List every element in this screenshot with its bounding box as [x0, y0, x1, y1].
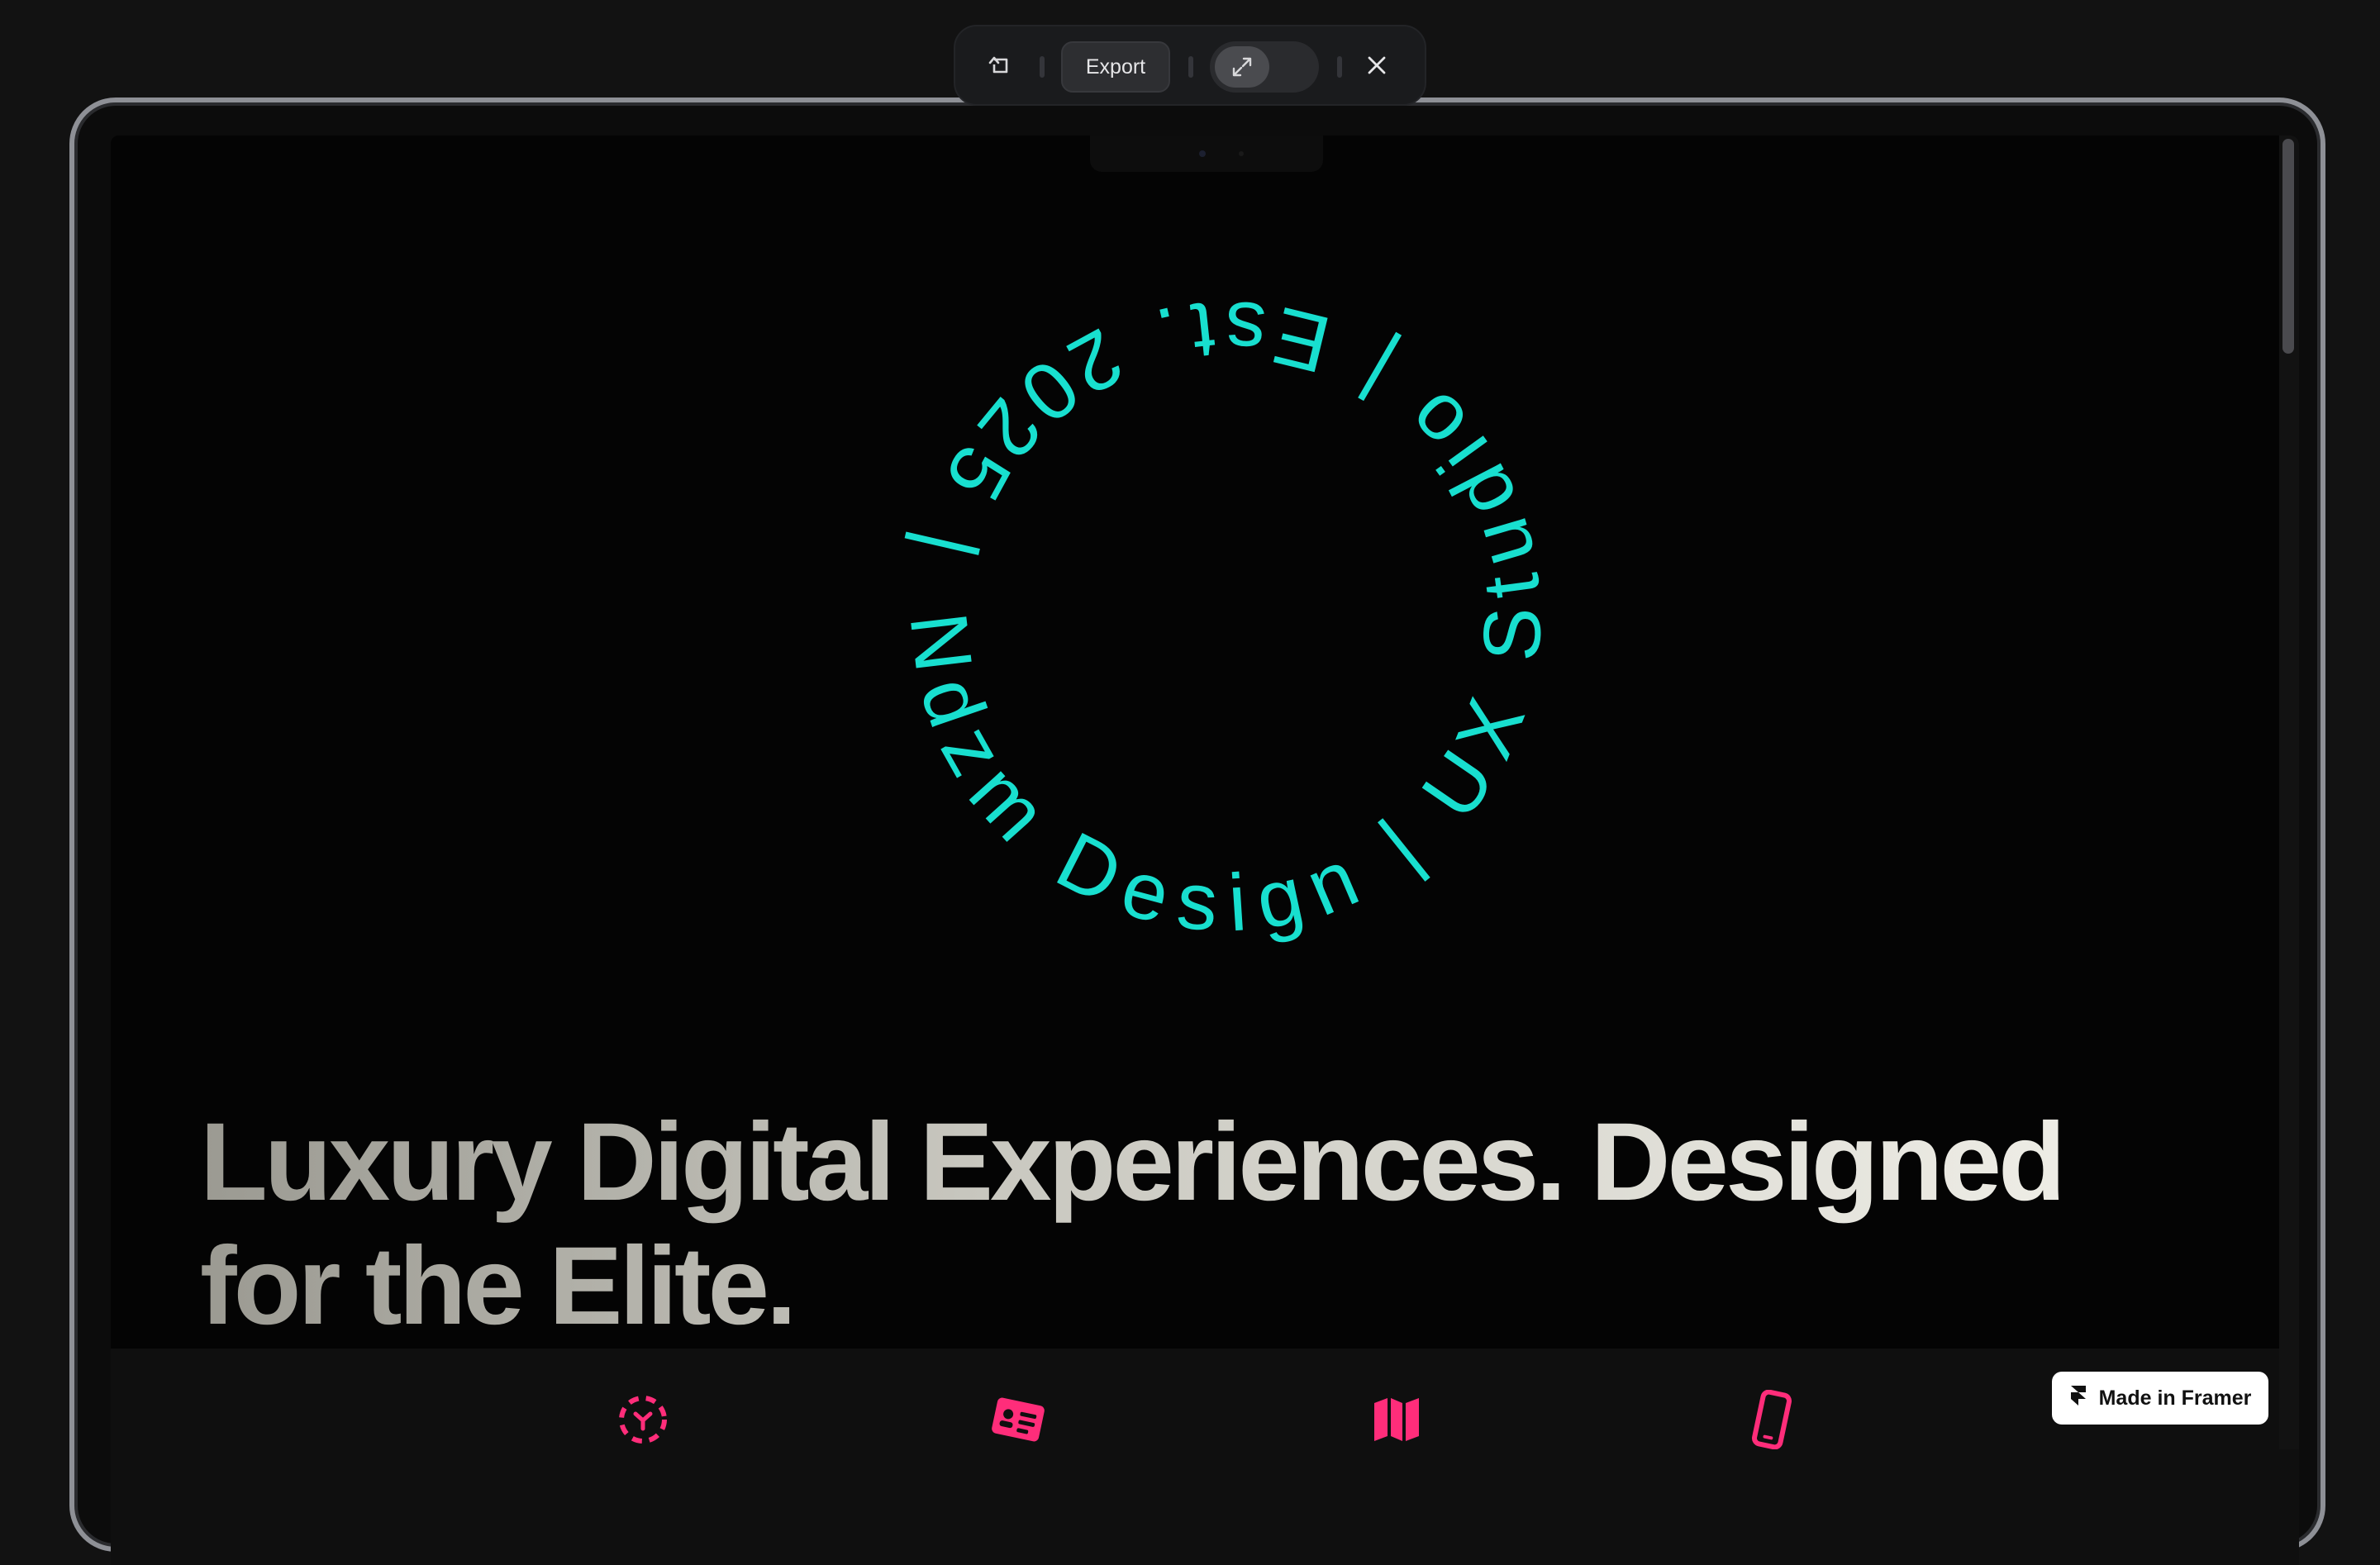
hero-section: Ndzm Design | UX Studio | Est. 2025 | Lu…	[111, 136, 2299, 1349]
device-frame: Ndzm Design | UX Studio | Est. 2025 | Lu…	[69, 98, 2325, 1565]
phone-icon	[1740, 1388, 1803, 1451]
export-button[interactable]: Export	[1061, 41, 1170, 93]
device-screen: Ndzm Design | UX Studio | Est. 2025 | Lu…	[111, 136, 2299, 1565]
preview-toolbar: Export	[954, 25, 1426, 106]
close-button[interactable]	[1352, 41, 1402, 93]
features-strip: Made in Framer	[111, 1349, 2299, 1565]
close-icon	[1366, 55, 1388, 79]
toolbar-divider	[1188, 56, 1193, 78]
camera-sensor	[1239, 151, 1244, 156]
toolbar-divider	[1040, 56, 1045, 78]
made-in-framer-label: Made in Framer	[2098, 1386, 2252, 1410]
camera-notch	[1090, 136, 1323, 172]
circular-badge-text: Ndzm Design | UX Studio | Est. 2025 |	[893, 284, 1559, 949]
toolbar-divider	[1337, 56, 1342, 78]
camera-lens	[1199, 150, 1206, 157]
scrollbar-thumb[interactable]	[2282, 139, 2294, 354]
id-card-icon	[987, 1388, 1050, 1451]
framer-logo-icon	[2069, 1384, 2087, 1413]
undo-button[interactable]	[975, 41, 1025, 93]
fullscreen-toggle[interactable]	[1210, 41, 1319, 93]
hero-title: Luxury Digital Experiences. Designed for…	[200, 1101, 2200, 1349]
dashed-circle-icon	[612, 1388, 674, 1451]
undo-icon	[988, 53, 1012, 81]
expand-icon	[1215, 46, 1269, 88]
made-in-framer-badge[interactable]: Made in Framer	[2052, 1372, 2268, 1425]
map-icon	[1365, 1388, 1428, 1451]
scrollbar[interactable]	[2279, 136, 2299, 1449]
